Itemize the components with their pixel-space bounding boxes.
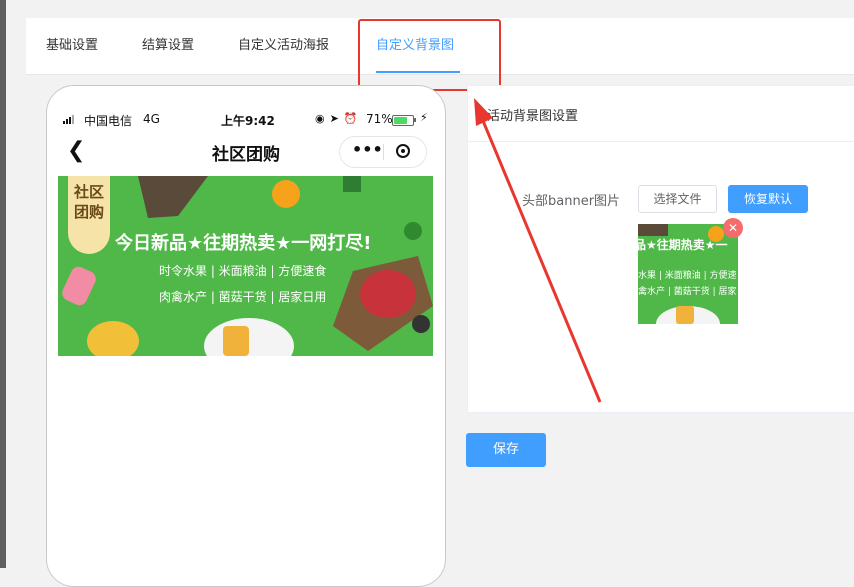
- thumbnail-headline: 品★往期热卖★一: [638, 238, 728, 252]
- pepper-bowl-decoration: [412, 315, 430, 333]
- save-button[interactable]: 保存: [466, 433, 546, 467]
- thumbnail-line-1: 水果 | 米面粮油 | 方便速: [638, 271, 737, 281]
- phone-preview: 中国电信 4G 上午9:42 ◉ ➤ ⏰ 71% ⚡ ❮ 社区团购 ••• 社区…: [46, 85, 446, 587]
- lock-rotation-icon: ◉: [315, 112, 325, 125]
- capsule-divider: [383, 144, 384, 160]
- signal-icon: [63, 115, 74, 124]
- mini-program-capsule: •••: [339, 136, 427, 168]
- banner-thumbnail: 品★往期热卖★一 水果 | 米面粮油 | 方便速 禽水产 | 菌菇干货 | 居家…: [638, 224, 738, 324]
- more-dots-icon[interactable]: •••: [352, 140, 383, 159]
- bottle-decoration: [343, 176, 361, 192]
- carrier-name: 中国电信: [84, 114, 133, 128]
- orange-slice-decoration: [272, 180, 300, 208]
- alarm-icon: ⏰: [343, 112, 358, 125]
- choose-file-button[interactable]: 选择文件: [638, 185, 717, 213]
- remove-image-close-icon[interactable]: ✕: [723, 218, 743, 238]
- close-target-icon[interactable]: [396, 144, 410, 158]
- left-edge-strip: [0, 0, 6, 568]
- mini-program-navbar: ❮ 社区团购 •••: [47, 136, 445, 168]
- charging-icon: ⚡: [420, 111, 428, 124]
- tab-custom-activity-poster[interactable]: 自定义活动海报: [238, 18, 329, 74]
- header-banner-image: 社区团购 今日新品★往期热卖★一网打尽! 时令水果 | 米面粮油 | 方便速食 …: [58, 176, 433, 356]
- battery-icon: [392, 115, 414, 126]
- banner-category-line-2: 肉禽水产 | 菌菇干货 | 居家日用: [159, 290, 327, 304]
- broccoli-decoration: [404, 222, 422, 240]
- tab-settlement-settings[interactable]: 结算设置: [142, 18, 194, 74]
- location-icon: ➤: [329, 112, 339, 125]
- banner-field-label: 头部banner图片: [522, 194, 621, 209]
- ice-pop-decoration: [62, 266, 96, 306]
- status-time: 上午9:42: [221, 114, 275, 128]
- pineapple-decoration: [87, 321, 139, 356]
- banner-category-line-1: 时令水果 | 米面粮油 | 方便速食: [159, 264, 327, 278]
- mushroom-decoration: [138, 176, 208, 218]
- background-settings-panel: 活动背景图设置 头部banner图片 选择文件 恢复默认 品★往期热卖★一 水果…: [467, 85, 854, 413]
- battery-percent: 71%: [366, 112, 393, 126]
- battery-fill: [394, 117, 407, 124]
- banner-tag: 社区团购: [68, 176, 110, 254]
- panel-title: 活动背景图设置: [487, 109, 579, 124]
- network-type: 4G: [143, 112, 160, 126]
- restore-default-button[interactable]: 恢复默认: [728, 185, 808, 213]
- annotation-highlight-box: [358, 19, 501, 91]
- waffle-decoration: [223, 326, 249, 356]
- panel-divider: [468, 141, 854, 142]
- battery-cap: [414, 118, 416, 122]
- thumbnail-line-2: 禽水产 | 菌菇干货 | 居家日: [638, 287, 738, 297]
- steak-decoration: [360, 270, 416, 318]
- tab-basic-settings[interactable]: 基础设置: [46, 18, 98, 74]
- banner-headline: 今日新品★往期热卖★一网打尽!: [115, 233, 372, 254]
- status-bar: 中国电信 4G 上午9:42 ◉ ➤ ⏰ 71% ⚡: [47, 110, 445, 130]
